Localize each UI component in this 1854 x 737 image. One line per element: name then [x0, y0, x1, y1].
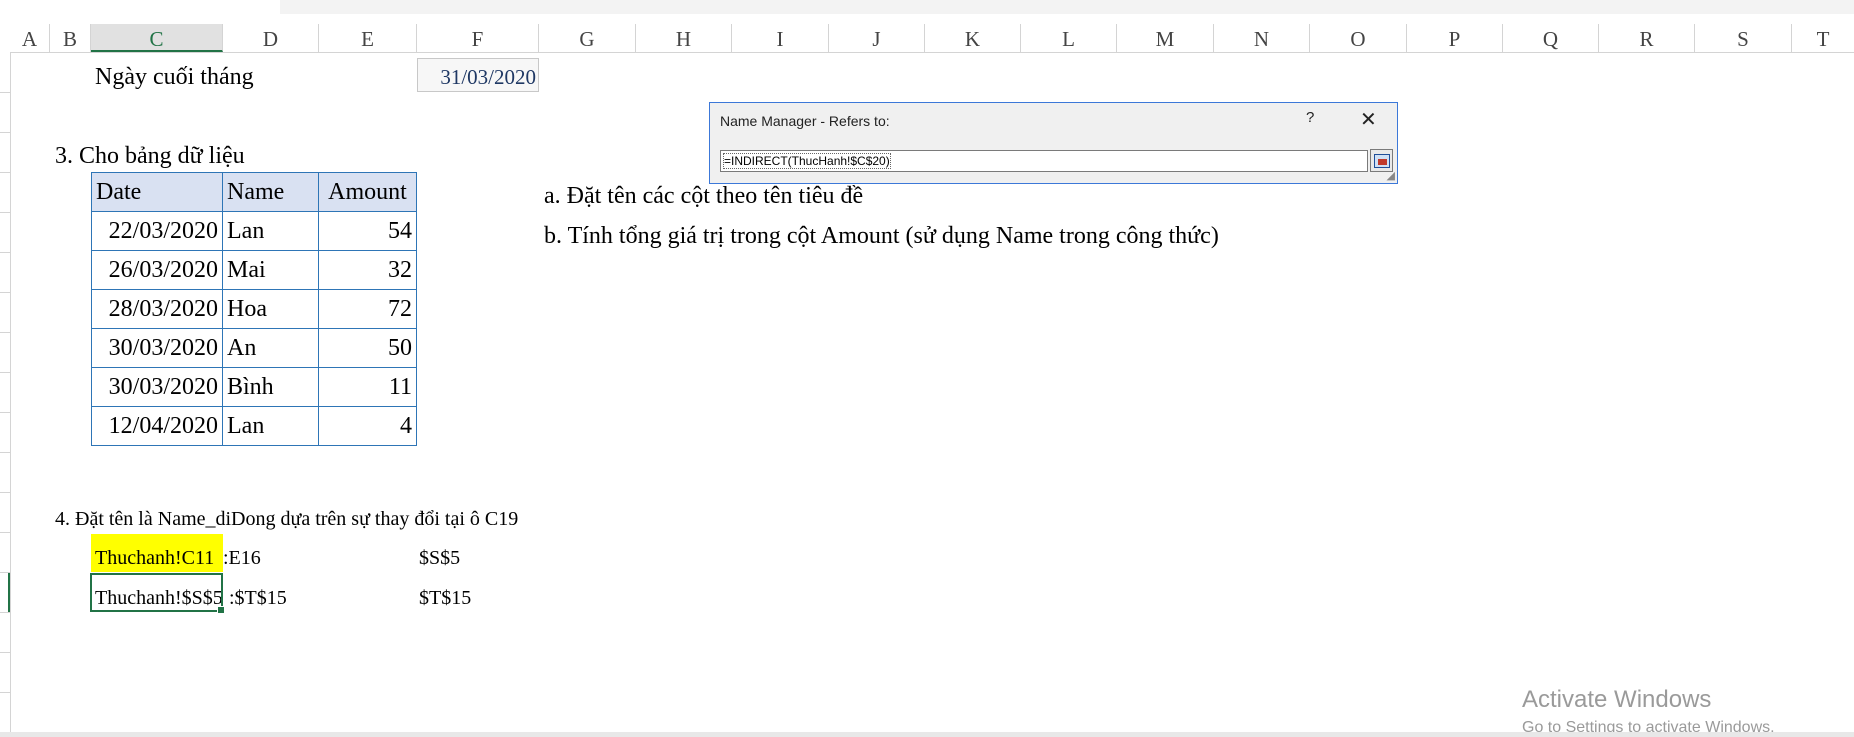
row-headers[interactable]: [0, 52, 11, 732]
table-row: 28/03/2020 Hoa 72: [91, 289, 417, 329]
column-header-k[interactable]: K: [925, 24, 1021, 52]
table-row: 30/03/2020 Bình 11: [91, 367, 417, 407]
header-name[interactable]: Name: [222, 172, 319, 212]
data-table: Date Name Amount 22/03/2020 Lan 54 26/03…: [91, 172, 417, 446]
column-headers: A B C D E F G H I J K L M N O P Q R S T: [0, 24, 1854, 53]
cell-amount[interactable]: 54: [318, 211, 417, 251]
dialog-title: Name Manager - Refers to:: [720, 113, 890, 129]
column-header-s[interactable]: S: [1695, 24, 1792, 52]
cell-amount[interactable]: 50: [318, 328, 417, 368]
task-a: a. Đặt tên các cột theo tên tiêu đề: [544, 183, 864, 209]
header-date[interactable]: Date: [91, 172, 223, 212]
cell-c18-text: Thuchanh!C11: [95, 547, 215, 569]
column-header-g[interactable]: G: [539, 24, 636, 52]
cell-name[interactable]: An: [222, 328, 319, 368]
column-header-o[interactable]: O: [1310, 24, 1407, 52]
top-strip: [0, 0, 1854, 14]
section4-title: 4. Đặt tên là Name_diDong dựa trên sự th…: [55, 508, 519, 530]
header-amount[interactable]: Amount: [318, 172, 417, 212]
column-header-d[interactable]: D: [223, 24, 319, 52]
cell-f19-text[interactable]: $T$15: [419, 587, 471, 610]
column-header-q[interactable]: Q: [1503, 24, 1599, 52]
cell-name[interactable]: Mai: [222, 250, 319, 290]
cell-d18-text: :E16: [223, 547, 261, 569]
cell-date[interactable]: 30/03/2020: [91, 367, 223, 407]
column-header-p[interactable]: P: [1407, 24, 1503, 52]
refers-to-input[interactable]: =INDIRECT(ThucHanh!$C$20): [720, 150, 1368, 172]
activate-windows-watermark: Activate Windows: [1522, 686, 1712, 713]
column-header-m[interactable]: M: [1117, 24, 1214, 52]
sheet-tab-bar: [0, 732, 1854, 737]
table-row: 22/03/2020 Lan 54: [91, 211, 417, 251]
refers-to-value: =INDIRECT(ThucHanh!$C$20): [723, 153, 891, 169]
column-header-i[interactable]: I: [732, 24, 829, 52]
column-header-h[interactable]: H: [636, 24, 732, 52]
column-header-r[interactable]: R: [1599, 24, 1695, 52]
column-header-j[interactable]: J: [829, 24, 925, 52]
cell-d19-text: :$T$15: [229, 587, 287, 609]
cell-amount[interactable]: 11: [318, 367, 417, 407]
column-header-t[interactable]: T: [1792, 24, 1854, 52]
cell-date[interactable]: 22/03/2020: [91, 211, 223, 251]
end-of-month-cell[interactable]: 31/03/2020: [417, 58, 539, 92]
task-b: b. Tính tổng giá trị trong cột Amount (s…: [544, 223, 1219, 249]
column-header-c[interactable]: C: [91, 24, 223, 52]
name-manager-refers-to-dialog: Name Manager - Refers to: ? ✕ =INDIRECT(…: [709, 102, 1398, 184]
column-header-l[interactable]: L: [1021, 24, 1117, 52]
table-row: 12/04/2020 Lan 4: [91, 406, 417, 446]
cell-name[interactable]: Lan: [222, 406, 319, 446]
cell-amount[interactable]: 32: [318, 250, 417, 290]
table-row: 26/03/2020 Mai 32: [91, 250, 417, 290]
fill-handle[interactable]: [217, 606, 225, 614]
cell-amount[interactable]: 4: [318, 406, 417, 446]
formula-bar-area: [0, 0, 280, 14]
column-header-n[interactable]: N: [1214, 24, 1310, 52]
column-header-e[interactable]: E: [319, 24, 417, 52]
table-row: 30/03/2020 An 50: [91, 328, 417, 368]
cell-date[interactable]: 30/03/2020: [91, 328, 223, 368]
cell-name[interactable]: Hoa: [222, 289, 319, 329]
resize-grip-icon[interactable]: ◢: [1387, 169, 1395, 182]
active-cell-c19[interactable]: [90, 573, 225, 614]
cell-date[interactable]: 28/03/2020: [91, 289, 223, 329]
cell-name[interactable]: Bình: [222, 367, 319, 407]
cell-f18-text[interactable]: $S$5: [419, 547, 460, 570]
selected-row-indicator: [8, 573, 10, 612]
cell-date[interactable]: 12/04/2020: [91, 406, 223, 446]
column-header-b[interactable]: B: [50, 24, 91, 52]
column-header-a[interactable]: A: [10, 24, 50, 52]
column-header-f[interactable]: F: [417, 24, 539, 52]
table-header-row: Date Name Amount: [91, 172, 417, 212]
help-button[interactable]: ?: [1306, 109, 1314, 126]
end-of-month-label: Ngày cuối tháng: [95, 64, 254, 90]
close-button[interactable]: ✕: [1360, 107, 1377, 132]
cell-date[interactable]: 26/03/2020: [91, 250, 223, 290]
cell-amount[interactable]: 72: [318, 289, 417, 329]
cell-name[interactable]: Lan: [222, 211, 319, 251]
section3-title: 3. Cho bảng dữ liệu: [55, 143, 245, 169]
